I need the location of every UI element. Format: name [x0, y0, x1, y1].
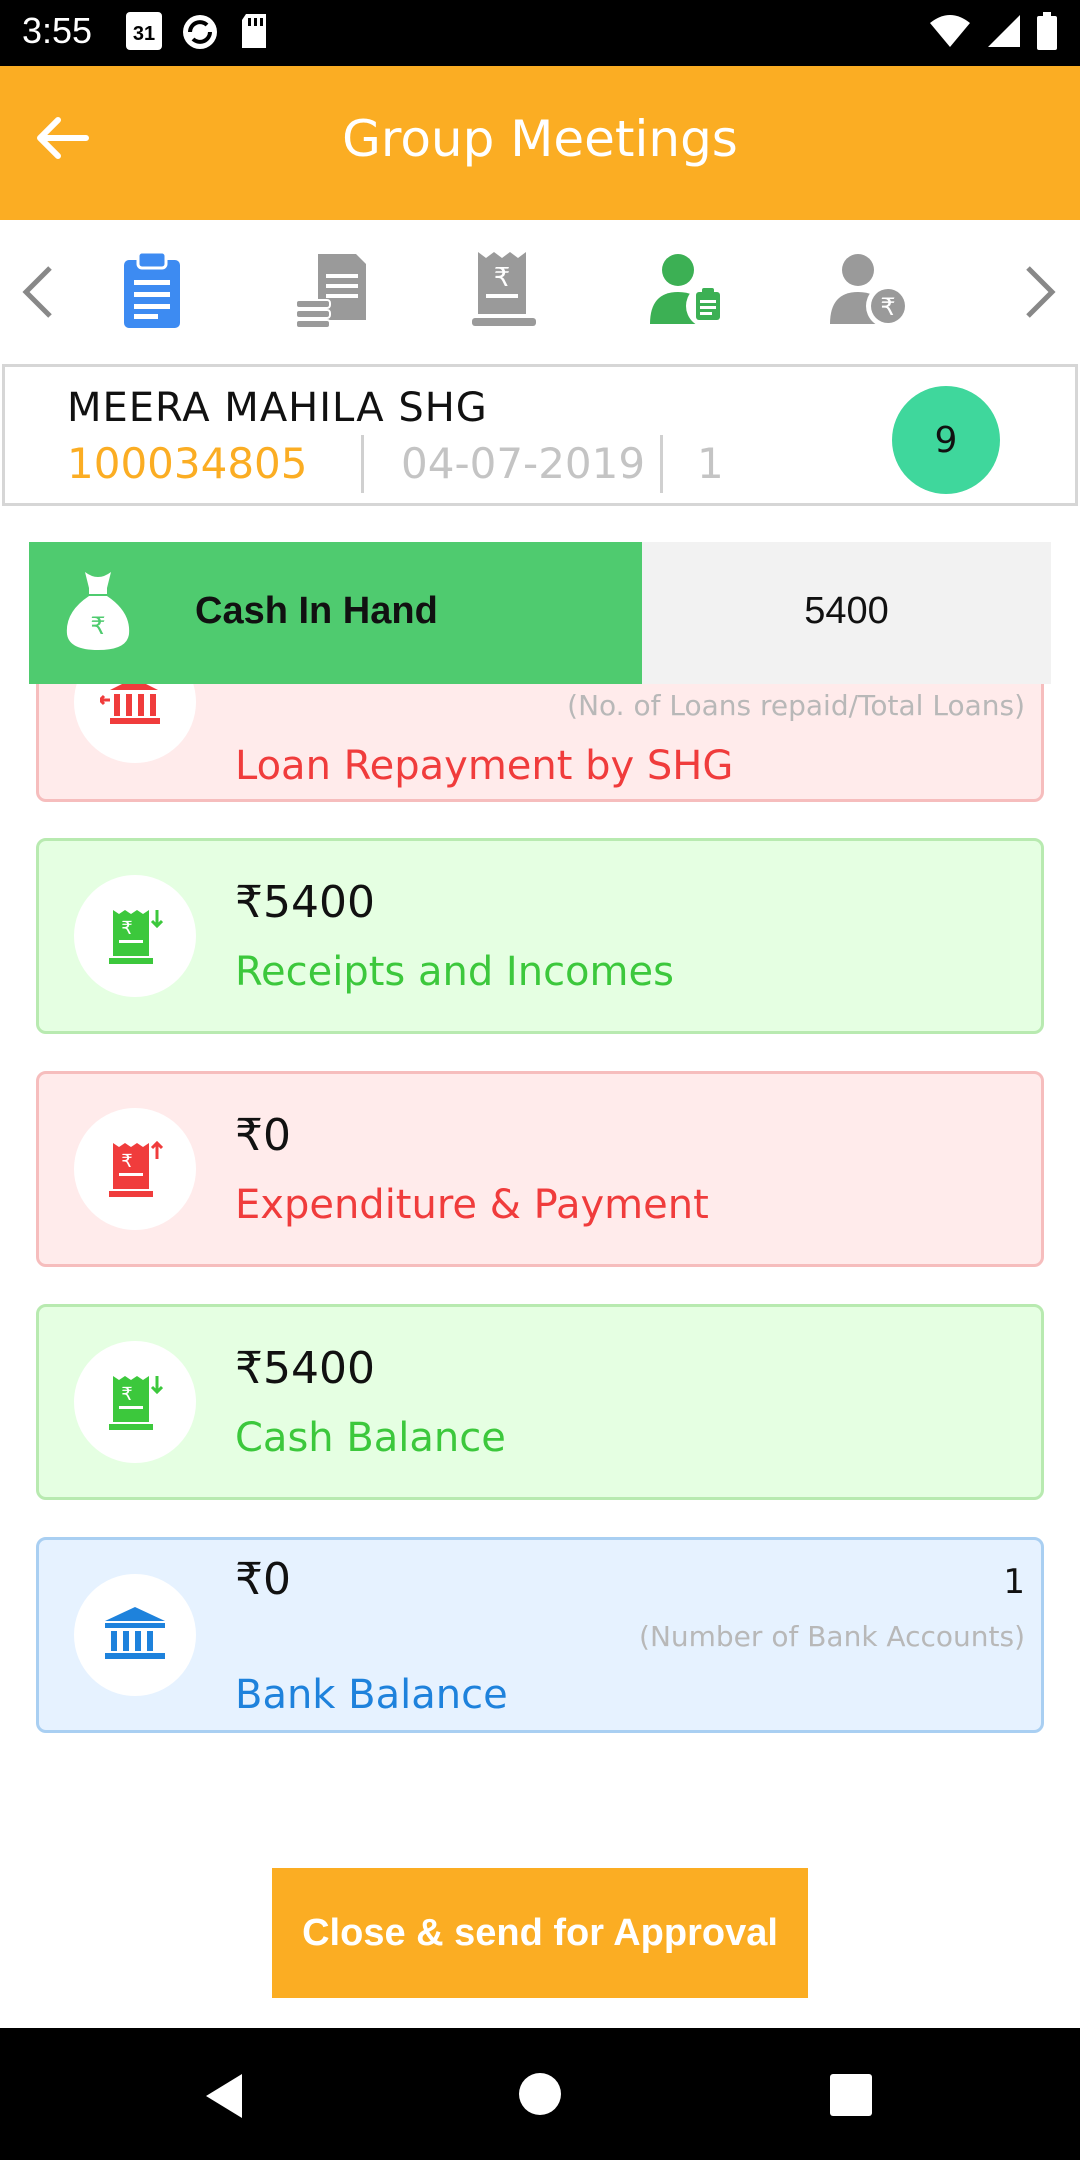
receipt-out-icon: ₹: [109, 1140, 163, 1197]
cash-balance-amount: ₹5400: [235, 1343, 375, 1394]
receipt-in-icon: ₹: [109, 910, 163, 964]
loan-note: (No. of Loans repaid/Total Loans): [567, 689, 1025, 722]
meeting-number: 1: [697, 439, 724, 488]
receipt-in-icon: ₹: [109, 1376, 163, 1430]
expenditure-label: Expenditure & Payment: [235, 1182, 709, 1228]
receipts-label: Receipts and Incomes: [235, 949, 674, 995]
expenditure-card[interactable]: ₹ ₹0 Expenditure & Payment: [36, 1071, 1044, 1267]
app-bar: Group Meetings: [0, 66, 1080, 220]
cash-in-hand-bar: ₹ Cash In Hand 5400: [29, 542, 1051, 684]
bank-balance-label: Bank Balance: [235, 1672, 508, 1718]
system-icons: [928, 12, 1058, 50]
svg-text:₹: ₹: [90, 612, 105, 640]
close-and-send-for-approval-button[interactable]: Close & send for Approval: [272, 1868, 808, 1998]
system-nav-bar: [0, 2028, 1080, 2160]
receipts-card[interactable]: ₹ ₹5400 Receipts and Incomes: [36, 838, 1044, 1034]
shg-name: MEERA MAHILA SHG: [67, 385, 488, 431]
meeting-date: 04-07-2019: [401, 439, 646, 488]
calendar-day: 31: [132, 23, 156, 45]
wifi-icon: [930, 15, 970, 47]
icon-circle: ₹: [74, 1108, 196, 1230]
sd-card-icon: [242, 14, 266, 48]
cash-in-hand-label: Cash In Hand: [195, 590, 438, 632]
signal-icon: [988, 15, 1020, 47]
ledger-stack-icon[interactable]: [290, 248, 374, 332]
svg-text:₹: ₹: [494, 263, 511, 293]
bank-balance-amount: ₹0: [235, 1554, 291, 1605]
cash-balance-card[interactable]: ₹ ₹5400 Cash Balance: [36, 1304, 1044, 1500]
svg-text:₹: ₹: [121, 1384, 132, 1405]
calendar-icon: 31: [126, 12, 162, 50]
icon-circle: ₹: [74, 875, 196, 997]
loan-repayment-label: Loan Repayment by SHG: [235, 743, 734, 789]
member-count-badge: 9: [892, 386, 1000, 494]
icon-circle: [74, 1574, 196, 1696]
bank-icon: [105, 1607, 165, 1659]
nav-back-icon[interactable]: [202, 2072, 246, 2120]
step-tabs: ₹ ₹: [0, 220, 1080, 360]
expenditure-amount: ₹0: [235, 1110, 291, 1161]
status-time: 3:55: [22, 10, 93, 51]
nav-home-icon[interactable]: [518, 2072, 562, 2116]
receipts-amount: ₹5400: [235, 877, 375, 928]
bank-balance-card[interactable]: ₹0 1 (Number of Bank Accounts) Bank Bala…: [36, 1537, 1044, 1733]
notification-icons: 31: [126, 12, 270, 52]
bank-account-note: (Number of Bank Accounts): [639, 1620, 1025, 1653]
shg-code: 100034805: [67, 439, 308, 488]
cash-in-hand-value-box: 5400: [642, 542, 1051, 684]
screen: 3:55 31 Group Meetings ₹ ₹ MEERA MAHILA …: [0, 0, 1080, 2160]
chevron-left-icon[interactable]: [14, 262, 64, 322]
icon-circle: ₹: [74, 1341, 196, 1463]
cash-balance-label: Cash Balance: [235, 1415, 506, 1461]
member-clipboard-icon[interactable]: [648, 248, 732, 332]
meeting-clipboard-icon[interactable]: [110, 248, 194, 332]
cash-in-hand-value: 5400: [804, 590, 889, 632]
cash-in-hand-label-box: ₹ Cash In Hand: [29, 542, 642, 684]
money-bag-icon: ₹: [66, 572, 130, 650]
receipt-rupee-icon[interactable]: ₹: [462, 248, 546, 332]
battery-icon: [1037, 12, 1057, 50]
bank-account-count: 1: [1003, 1562, 1025, 1602]
svg-text:₹: ₹: [121, 918, 132, 939]
status-bar: 3:55 31: [0, 0, 1080, 66]
sync-icon: [183, 15, 217, 49]
page-title: Group Meetings: [342, 110, 738, 168]
svg-text:₹: ₹: [880, 293, 895, 321]
divider: [361, 435, 364, 493]
chevron-right-icon[interactable]: [1014, 262, 1064, 322]
nav-recents-icon[interactable]: [830, 2074, 872, 2116]
shg-info-panel: MEERA MAHILA SHG 100034805 04-07-2019 1 …: [2, 364, 1078, 506]
divider: [660, 435, 663, 493]
svg-text:₹: ₹: [121, 1151, 132, 1172]
member-rupee-icon[interactable]: ₹: [828, 248, 912, 332]
